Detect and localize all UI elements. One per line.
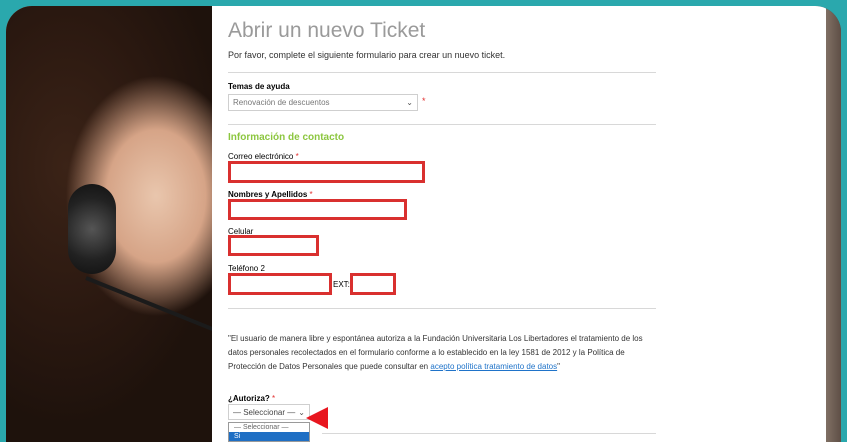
agent-photo: [6, 6, 226, 442]
authorize-select[interactable]: — Seleccionar — ⌄: [228, 404, 310, 420]
screenshot-frame: Abrir un nuevo Ticket Por favor, complet…: [6, 6, 841, 442]
form-intro: Por favor, complete el siguiente formula…: [228, 50, 506, 60]
dropdown-option[interactable]: — Seleccionar —: [229, 423, 309, 432]
contact-section-title: Información de contacto: [228, 132, 345, 143]
help-topics-label: Temas de ayuda: [228, 82, 290, 91]
authorize-dropdown-list: — Seleccionar — Si: [228, 422, 310, 442]
phone-field[interactable]: [228, 235, 319, 256]
divider: [228, 72, 656, 73]
email-field[interactable]: [228, 161, 425, 183]
headset-icon: [68, 184, 116, 274]
full-name-field[interactable]: [228, 199, 407, 220]
name-label: Nombres y Apellidos *: [228, 190, 313, 199]
chevron-down-icon: ⌄: [298, 407, 305, 417]
chevron-down-icon: ⌄: [406, 98, 413, 107]
email-label: Correo electrónico *: [228, 152, 299, 161]
required-mark: *: [422, 96, 426, 106]
authorize-label: ¿Autoriza? *: [228, 394, 276, 403]
divider: [228, 124, 656, 125]
phone2-label: Teléfono 2: [228, 264, 265, 273]
ext-label: EXT:: [333, 280, 350, 289]
ticket-form-panel: Abrir un nuevo Ticket Por favor, complet…: [212, 6, 826, 442]
divider: [322, 433, 656, 434]
page-title: Abrir un nuevo Ticket: [228, 19, 426, 42]
help-topics-value: Renovación de descuentos: [233, 98, 330, 107]
form-header: Abrir un nuevo Ticket Por favor, complet…: [228, 18, 658, 60]
extension-field[interactable]: [350, 273, 396, 295]
pointer-arrow-icon: [306, 407, 328, 429]
divider: [228, 308, 656, 309]
privacy-policy-link[interactable]: acepto política tratamiento de datos: [430, 362, 557, 371]
phone2-field[interactable]: [228, 273, 332, 295]
authorize-value: — Seleccionar —: [233, 407, 296, 417]
data-consent-text: "El usuario de manera libre y espontánea…: [228, 334, 643, 371]
help-topics-select[interactable]: Renovación de descuentos ⌄: [228, 94, 418, 111]
dropdown-option[interactable]: Si: [229, 432, 309, 441]
